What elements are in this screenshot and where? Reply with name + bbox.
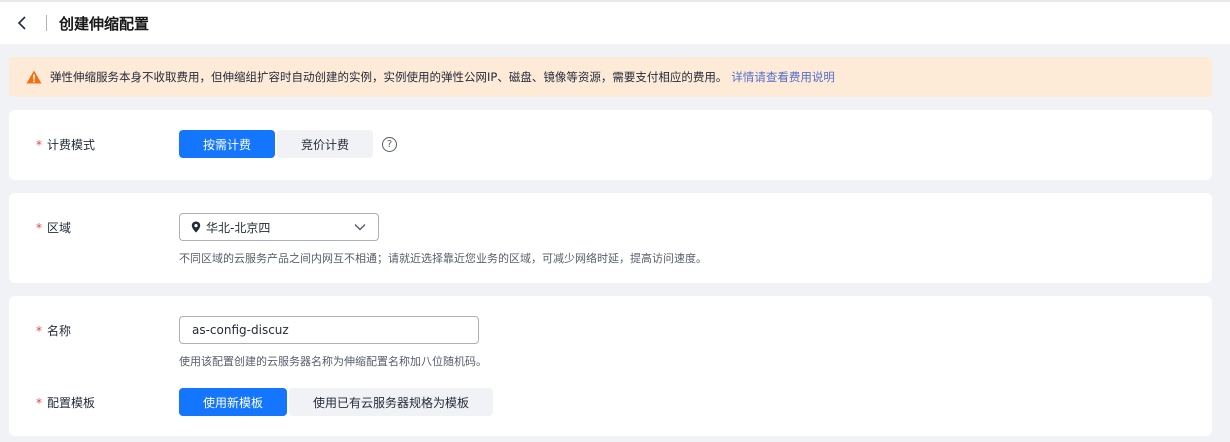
name-label-text: 名称: [47, 324, 72, 338]
chevron-down-icon: [354, 222, 366, 232]
region-card: * 区域 华北-北京四 不同区域的云服务产品之间内网互不相通；请就近选择靠近您业务…: [9, 193, 1212, 283]
question-circle-icon[interactable]: ?: [382, 137, 397, 152]
required-mark: *: [36, 324, 42, 338]
billing-label: * 计费模式: [36, 136, 95, 153]
region-hint: 不同区域的云服务产品之间内网互不相通；请就近选择靠近您业务的区域，可减少网络时延…: [179, 252, 707, 265]
billing-label-text: 计费模式: [47, 138, 96, 152]
region-label: * 区域: [36, 219, 71, 236]
template-option-new[interactable]: 使用新模板: [179, 388, 287, 416]
template-label-text: 配置模板: [47, 396, 96, 410]
name-hint: 使用该配置创建的云服务器名称为伸缩配置名称加八位随机码。: [179, 355, 487, 368]
location-pin-icon: [191, 221, 201, 233]
billing-option-spot[interactable]: 竞价计费: [277, 130, 373, 158]
region-select-value: 华北-北京四: [206, 220, 271, 235]
name-input[interactable]: [179, 316, 479, 344]
required-mark: *: [36, 221, 42, 235]
chevron-left-icon: [17, 16, 26, 30]
page-title: 创建伸缩配置: [59, 14, 150, 33]
template-option-existing[interactable]: 使用已有云服务器规格为模板: [289, 388, 493, 416]
alert-text: 弹性伸缩服务本身不收取费用，但伸缩组扩容时自动创建的实例，实例使用的弹性公网IP…: [50, 70, 728, 84]
billing-option-on-demand[interactable]: 按需计费: [179, 130, 275, 158]
warning-triangle-icon: [26, 70, 42, 84]
required-mark: *: [36, 396, 42, 410]
header-divider: [46, 15, 47, 31]
region-label-text: 区域: [47, 221, 72, 235]
region-select[interactable]: 华北-北京四: [179, 213, 379, 241]
fee-details-link[interactable]: 详情请查看费用说明: [731, 69, 835, 85]
billing-card: * 计费模式 按需计费 竞价计费 ?: [9, 110, 1212, 180]
template-label: * 配置模板: [36, 394, 95, 411]
page-header: 创建伸缩配置: [0, 2, 1230, 44]
fee-notice-alert: 弹性伸缩服务本身不收取费用，但伸缩组扩容时自动创建的实例，实例使用的弹性公网IP…: [9, 57, 1212, 97]
config-card: * 名称 使用该配置创建的云服务器名称为伸缩配置名称加八位随机码。 * 配置模板 使…: [9, 296, 1212, 436]
required-mark: *: [36, 138, 42, 152]
name-label: * 名称: [36, 322, 71, 339]
back-button[interactable]: [12, 13, 32, 33]
